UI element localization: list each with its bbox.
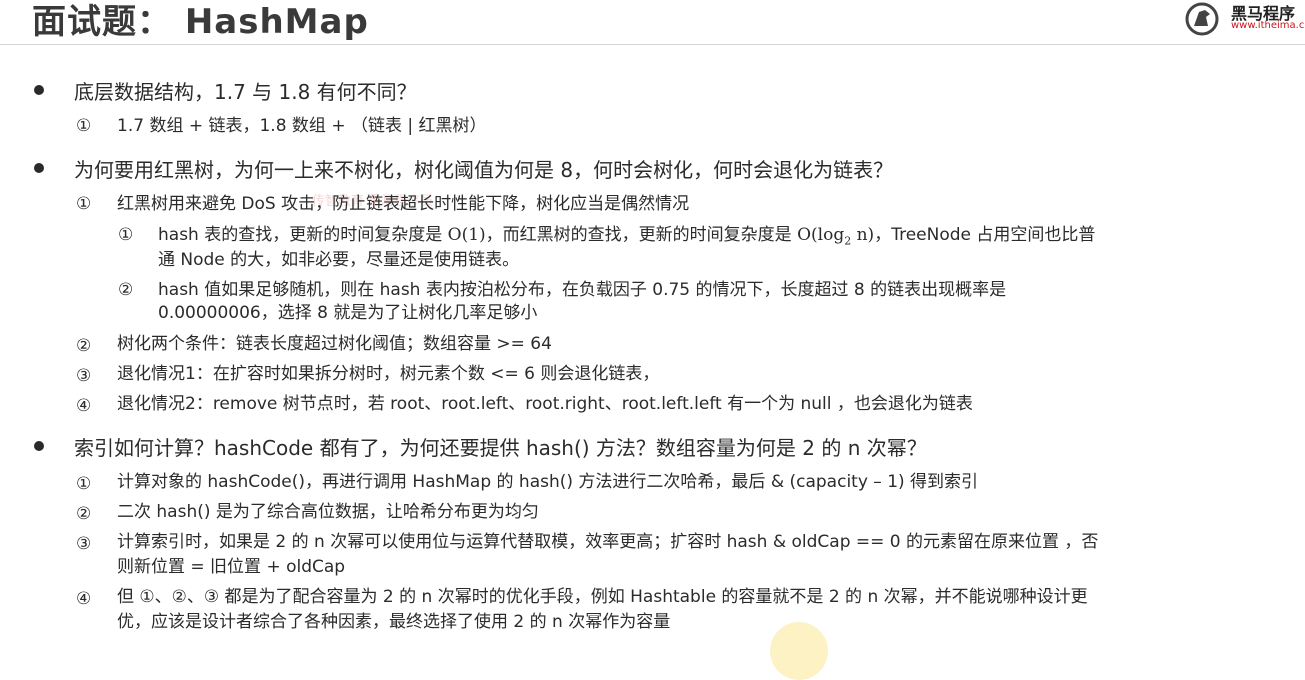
page-title: 面试题： HashMap (32, 2, 369, 42)
logo-url: www.itheima.c (1231, 20, 1305, 31)
item-number: ② (118, 280, 134, 300)
cursor-highlight (770, 622, 828, 680)
bullet-icon (34, 441, 44, 451)
bullet-icon (34, 163, 44, 173)
item-number: ① (118, 225, 134, 245)
answer-3-1: 计算对象的 hashCode()，再进行调用 HashMap 的 hash() … (117, 472, 979, 492)
item-number: ④ (76, 589, 92, 609)
horse-logo-icon (1185, 2, 1219, 36)
answer-3-2: 二次 hash() 是为了综合高位数据，让哈希分布更为均匀 (117, 502, 539, 522)
bullet-icon (34, 85, 44, 95)
answer-3-4: 但 ①、②、③ 都是为了配合容量为 2 的 n 次幂时的优化手段，例如 Hash… (117, 587, 1088, 607)
answer-2-2: 树化两个条件：链表长度超过树化阈值；数组容量 >= 64 (117, 334, 552, 354)
answer-2-3: 退化情况1：在扩容时如果拆分树时，树元素个数 <= 6 则会退化链表， (117, 364, 660, 384)
item-number: ① (76, 116, 92, 136)
answer-3-3: 计算索引时，如果是 2 的 n 次幂可以使用位与运算代替取模，效率更高；扩容时 … (117, 532, 1099, 552)
item-number: ④ (76, 396, 92, 416)
answer-2-1-2-cont: 0.00000006，选择 8 就是为了让树化几率足够小 (158, 303, 538, 323)
item-number: ② (76, 504, 92, 524)
brand-logo: 黑马程序 www.itheima.c (1183, 0, 1305, 40)
answer-3-3-cont: 则新位置 = 旧位置 + oldCap (117, 557, 346, 577)
question-2: 为何要用红黑树，为何一上来不树化，树化阈值为何是 8，何时会树化，何时会退化为链… (74, 158, 894, 182)
question-3: 索引如何计算？hashCode 都有了，为何还要提供 hash() 方法？数组容… (74, 436, 927, 460)
answer-2-4: 退化情况2：remove 树节点时，若 root、root.left、root.… (117, 394, 973, 414)
answer-2-1-2: hash 值如果足够随机，则在 hash 表内按泊松分布，在负载因子 0.75 … (158, 280, 1007, 300)
item-number: ③ (76, 534, 92, 554)
item-number: ① (76, 474, 92, 494)
answer-2-1-1-cont: 通 Node 的大，如非必要，尽量还是使用链表。 (158, 250, 520, 270)
answer-3-4-cont: 优，应该是设计者综合了各种因素，最终选择了使用 2 的 n 次幂作为容量 (117, 612, 671, 632)
title-divider (0, 44, 1305, 45)
item-number: ② (76, 336, 92, 356)
answer-1-1: 1.7 数组 + 链表，1.8 数组 + （链表 | 红黑树） (117, 116, 487, 136)
item-number: ① (76, 194, 92, 214)
question-1: 底层数据结构，1.7 与 1.8 有何不同？ (74, 80, 417, 104)
answer-2-1: 红黑树用来避免 DoS 攻击，防止链表超长时性能下降，树化应当是偶然情况 (117, 194, 690, 214)
item-number: ③ (76, 366, 92, 386)
